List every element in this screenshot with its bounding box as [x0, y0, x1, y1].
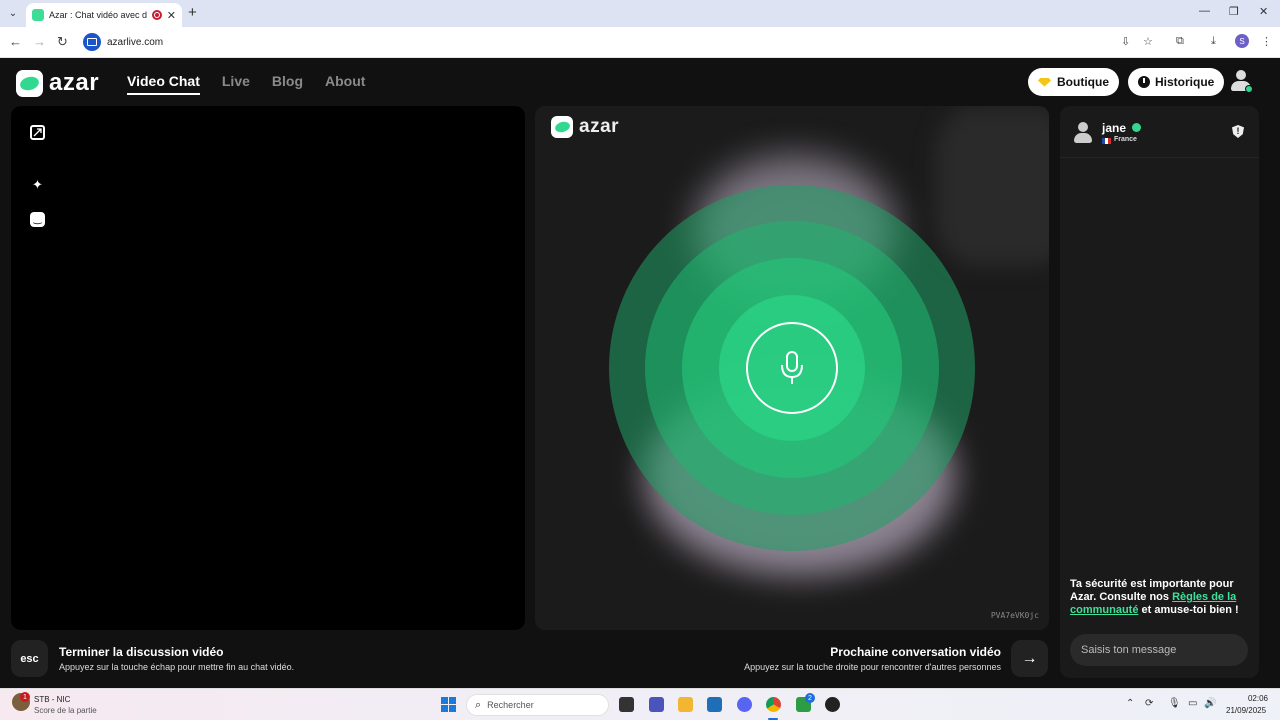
azar-logo[interactable]: azar: [16, 69, 99, 97]
logo-text: azar: [49, 69, 100, 96]
site-info-icon[interactable]: [83, 33, 101, 51]
session-code: PVA7eVK0jc: [990, 611, 1039, 620]
reload-icon[interactable]: ↻: [57, 34, 68, 50]
file-explorer-icon[interactable]: [678, 697, 693, 712]
next-chat-hint: Appuyez sur la touche droite pour rencon…: [744, 662, 1001, 672]
online-status-dot: [1245, 85, 1253, 93]
extensions-icon[interactable]: ⧉: [1176, 35, 1184, 48]
france-flag-icon: [1102, 138, 1111, 144]
minimize-window-button[interactable]: —: [1199, 5, 1210, 17]
widget-subtitle: Score de la partie: [34, 706, 97, 715]
chat-panel: jane France ! Ta sécurité est importante…: [1060, 106, 1259, 678]
bookmark-star-icon[interactable]: ☆: [1143, 35, 1153, 48]
url-text: azarlive.com: [107, 36, 164, 48]
nav-live[interactable]: Live: [222, 73, 250, 95]
my-video-panel: ✦: [11, 106, 525, 630]
minimize-video-icon[interactable]: [30, 125, 45, 140]
task-view-icon[interactable]: [619, 697, 634, 712]
tab-title: Azar : Chat vidéo avec de n: [49, 10, 147, 20]
background-shape: [935, 106, 1049, 266]
volume-icon[interactable]: 🔊: [1204, 698, 1216, 709]
safety-text-2: et amuse-toi bien !: [1138, 604, 1239, 616]
browser-tab-bar: ⌄ Azar : Chat vidéo avec de n ✕ + — ❐ ✕: [0, 0, 1280, 27]
clock-date[interactable]: 21/09/2025: [1226, 706, 1266, 715]
tab-close-icon[interactable]: ✕: [167, 9, 176, 22]
profile-avatar[interactable]: S: [1235, 34, 1249, 48]
main-nav: Video Chat Live Blog About: [127, 73, 365, 95]
report-shield-icon[interactable]: !: [1232, 125, 1244, 138]
nav-about[interactable]: About: [325, 73, 365, 95]
watermark-text: azar: [579, 116, 620, 137]
discord-icon[interactable]: [737, 697, 752, 712]
store-icon[interactable]: [707, 697, 722, 712]
recording-indicator-icon: [151, 10, 162, 20]
back-arrow-icon[interactable]: ←: [9, 34, 22, 50]
sticker-face-icon[interactable]: [30, 212, 45, 227]
partner-avatar-icon: [1074, 122, 1092, 144]
nav-blog[interactable]: Blog: [272, 73, 303, 95]
azar-watermark-icon: [551, 116, 573, 138]
restore-window-button[interactable]: ❐: [1229, 5, 1239, 18]
azar-page: azar Video Chat Live Blog About Boutique…: [0, 58, 1280, 688]
message-input[interactable]: [1070, 634, 1248, 666]
next-arrow-button[interactable]: →: [1011, 640, 1048, 677]
steam-icon[interactable]: [825, 697, 840, 712]
microphone-tray-icon[interactable]: 🎙: [1168, 698, 1181, 709]
history-button[interactable]: Historique: [1128, 68, 1225, 96]
nav-video-chat[interactable]: Video Chat: [127, 73, 200, 95]
chrome-icon[interactable]: [766, 697, 781, 712]
gem-icon: [1038, 77, 1051, 87]
partner-info[interactable]: jane France !: [1060, 106, 1259, 158]
browser-menu-icon[interactable]: ⋮: [1261, 35, 1272, 48]
safety-notice: Ta sécurité est importante pour Azar. Co…: [1070, 578, 1255, 617]
partner-country: France: [1114, 136, 1137, 143]
tab-list-chevron-icon[interactable]: ⌄: [4, 4, 22, 22]
azar-watermark: azar: [551, 116, 619, 138]
teams-icon[interactable]: [649, 697, 664, 712]
history-label: Historique: [1155, 75, 1215, 89]
shop-button[interactable]: Boutique: [1028, 68, 1119, 96]
verified-badge-icon: [1132, 123, 1141, 132]
next-chat-title: Prochaine conversation vidéo: [830, 645, 1001, 659]
address-bar[interactable]: azarlive.com: [80, 30, 1160, 54]
widget-badge: 1: [20, 692, 30, 702]
windows-taskbar: 1 STB - NIC Score de la partie ⌕ Recherc…: [0, 688, 1280, 720]
forward-arrow-icon[interactable]: →: [33, 34, 46, 50]
end-chat-hint: Appuyez sur la touche échap pour mettre …: [59, 662, 295, 672]
esc-key-button[interactable]: esc: [11, 640, 48, 677]
install-app-icon[interactable]: ⇩: [1121, 35, 1130, 48]
downloads-icon[interactable]: ⤓: [1211, 35, 1216, 48]
widget-title[interactable]: STB - NIC: [34, 695, 70, 704]
clock-time[interactable]: 02:06: [1240, 694, 1268, 703]
windows-start-icon[interactable]: [441, 697, 456, 712]
sync-icon[interactable]: ⟳: [1145, 698, 1153, 709]
close-window-button[interactable]: ✕: [1259, 5, 1268, 18]
taskbar-search[interactable]: ⌕ Rechercher: [466, 694, 609, 716]
azar-favicon-icon: [32, 9, 44, 21]
shop-label: Boutique: [1057, 75, 1109, 89]
partner-name: jane: [1102, 121, 1127, 135]
search-icon: ⌕: [475, 698, 482, 711]
effects-sparkle-icon[interactable]: ✦: [30, 177, 45, 192]
xbox-badge: 2: [805, 693, 815, 703]
clock-icon: [1138, 76, 1150, 88]
azar-logo-icon: [16, 69, 43, 97]
new-tab-button[interactable]: +: [188, 4, 197, 22]
search-label: Rechercher: [487, 700, 534, 710]
microphone-icon: [746, 322, 838, 414]
browser-toolbar: ← → ↻ azarlive.com ⇩ ☆ ⧉ ⤓ ⋮: [0, 27, 1280, 58]
show-hidden-icons-chevron-icon[interactable]: ⌃: [1126, 698, 1134, 709]
user-account-icon[interactable]: [1230, 70, 1253, 94]
browser-tab-azar[interactable]: Azar : Chat vidéo avec de n ✕: [26, 3, 182, 27]
network-icon[interactable]: ▭: [1188, 698, 1197, 709]
end-chat-title: Terminer la discussion vidéo: [59, 645, 224, 659]
partner-video-panel: azar PVA7eVK0jc: [535, 106, 1049, 630]
